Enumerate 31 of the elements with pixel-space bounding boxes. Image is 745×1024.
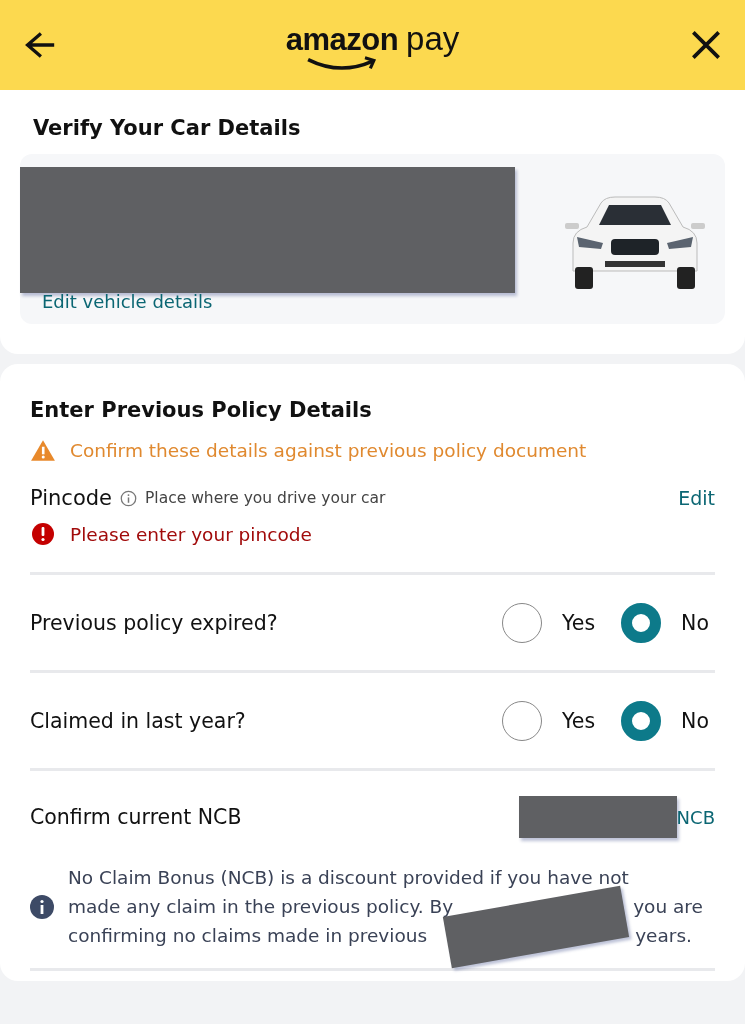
question-label: Confirm current NCB [30,805,242,829]
error-icon [30,522,56,546]
radio-button[interactable] [621,602,662,643]
info-icon [30,894,54,919]
section-title: Enter Previous Policy Details [30,398,373,422]
radio-option[interactable]: Yes [502,602,596,643]
radio-option[interactable]: Yes [502,700,596,741]
section-title: Verify Your Car Details [32,116,302,140]
question-label: Claimed in last year? [30,708,246,733]
logo-text: amazon [285,22,399,58]
error-text: Please enter your pincode [70,523,312,545]
radio-button[interactable] [502,700,542,741]
radio-option[interactable]: No [621,602,709,643]
info-text: confirming no claims made in previous [68,924,428,948]
radio-button[interactable] [621,700,662,741]
field-label: Pincode [30,486,112,510]
info-text: No Claim Bonus (NCB) is a discount provided if you have not [68,866,629,890]
edit-link[interactable]: Edit [678,487,715,509]
question-label: Previous policy expired? [30,610,278,635]
ncb-value[interactable]: NCB [676,806,715,828]
edit-vehicle-link[interactable]: Edit vehicle details [20,290,515,312]
warning-text: Confirm these details against previous policy document [70,439,587,461]
info-text: you are [633,895,703,919]
info-text: made any claim in the previous policy. By [68,895,454,919]
info-text: years. [635,924,692,948]
warning-icon [30,438,56,462]
info-icon[interactable] [120,489,137,507]
hint-text: Place where you drive your car [145,489,386,507]
logo-text: pay [406,20,460,58]
radio-option[interactable]: No [621,700,709,741]
radio-button[interactable] [502,602,542,643]
